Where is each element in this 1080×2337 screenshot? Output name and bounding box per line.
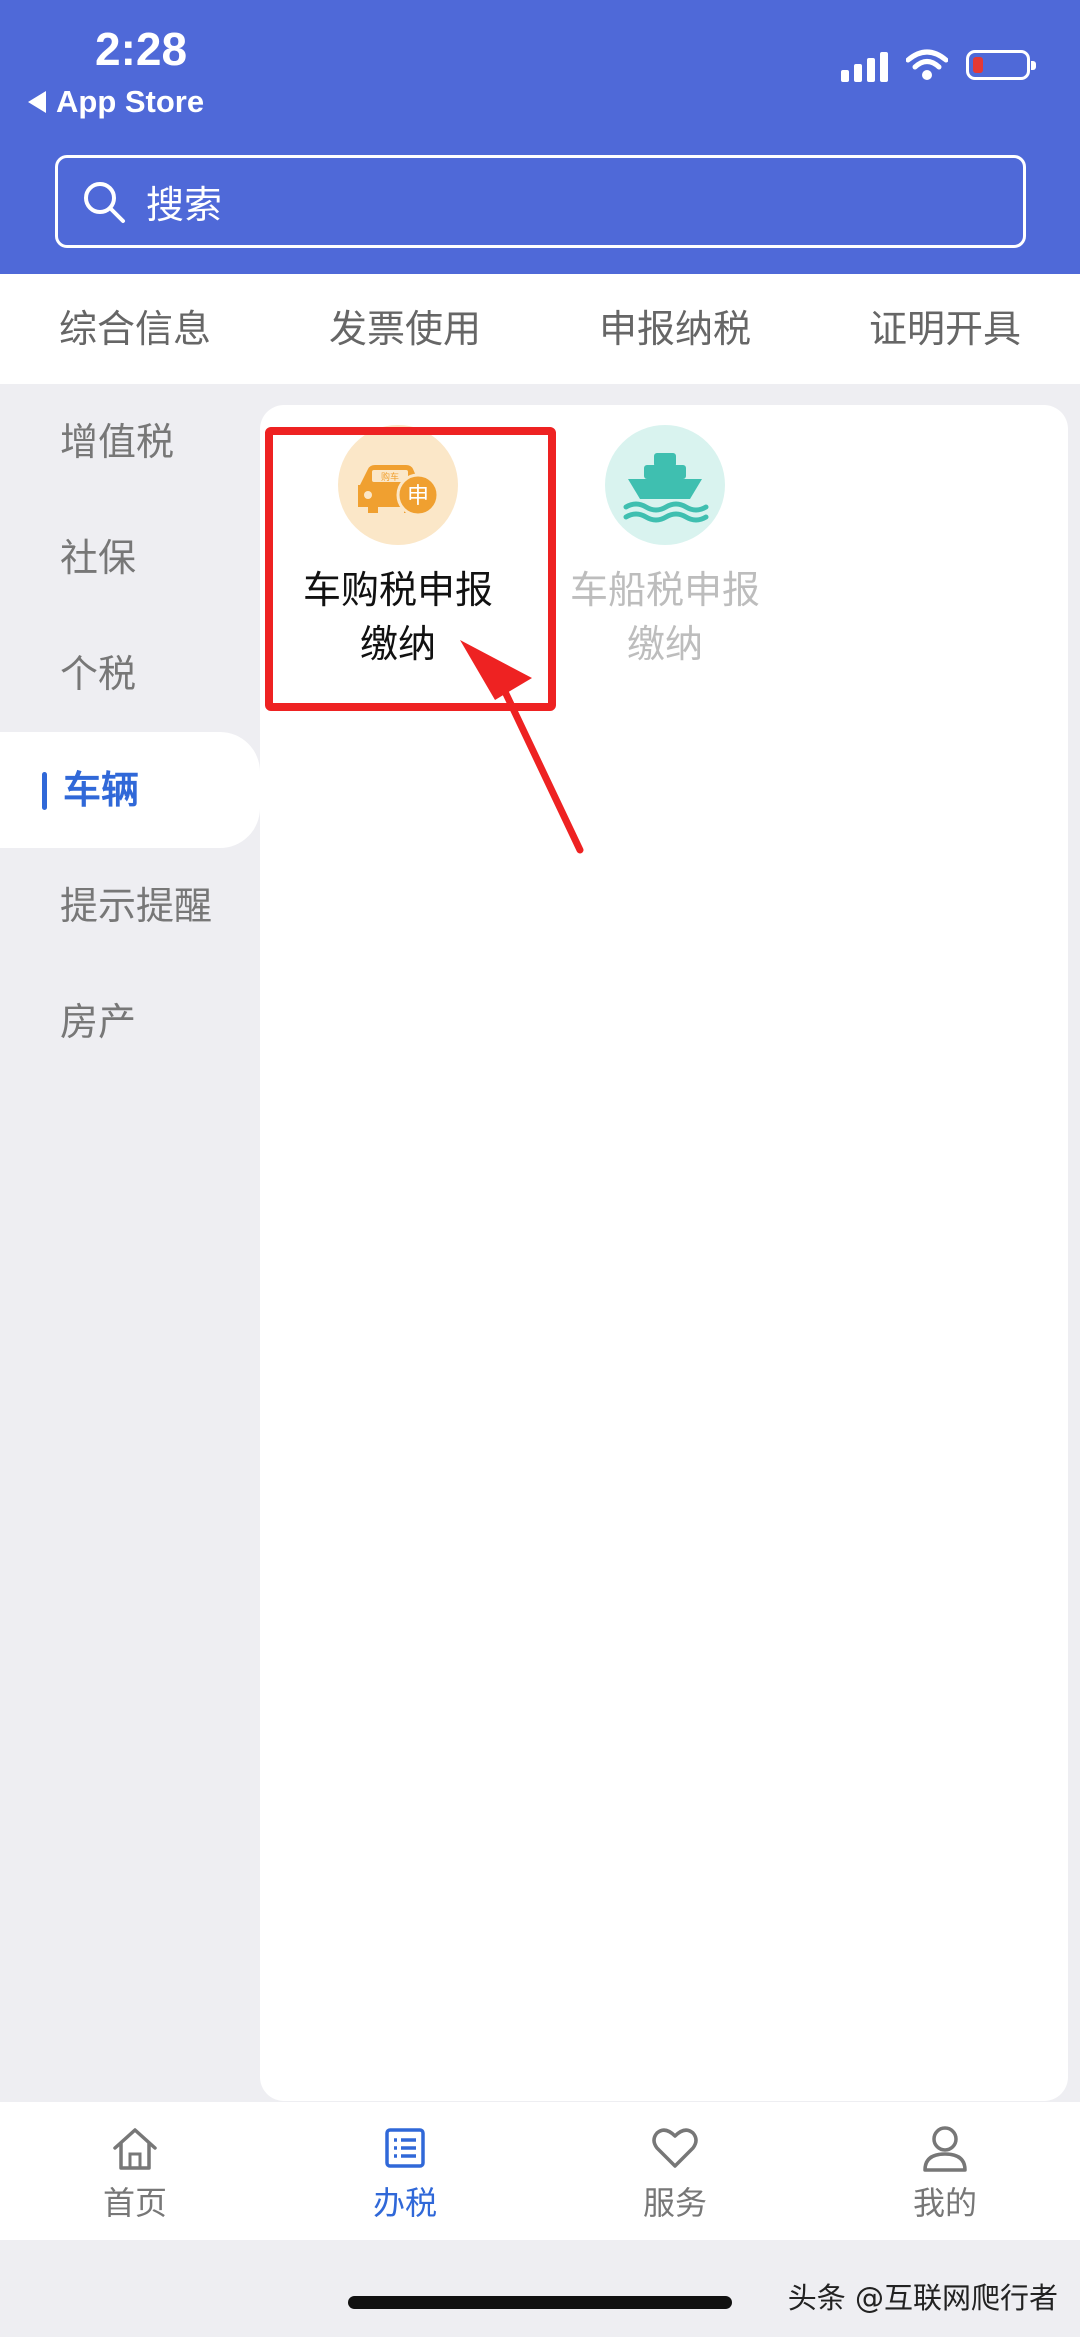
annotation-arrow-icon (460, 640, 584, 854)
nav-label: 我的 (912, 2184, 977, 2222)
sidebar-item-label: 车辆 (63, 768, 140, 812)
sidebar-item-vat[interactable]: 增值税 (0, 384, 260, 500)
tab-invoice-use[interactable]: 发票使用 (270, 274, 540, 384)
bottom-nav: 首页 办税 服务 我的 (0, 2102, 1080, 2240)
sidebar-item-label: 提示提醒 (60, 884, 213, 928)
sidebar-item-vehicle[interactable]: 车辆 (0, 732, 260, 848)
sidebar-item-reminders[interactable]: 提示提醒 (0, 848, 260, 964)
cellular-signal-icon (841, 48, 888, 82)
tab-certificate[interactable]: 证明开具 (810, 274, 1080, 384)
heart-icon (652, 2128, 698, 2168)
search-icon (84, 181, 125, 223)
home-indicator[interactable] (348, 2296, 732, 2309)
nav-tax[interactable]: 办税 (270, 2102, 540, 2240)
home-icon (113, 2128, 157, 2170)
tab-comprehensive-info[interactable]: 综合信息 (0, 274, 270, 384)
search-placeholder: 搜索 (146, 183, 223, 227)
battery-icon (966, 50, 1036, 80)
status-time: 2:28 (95, 23, 188, 75)
back-to-app-store[interactable]: App Store (28, 84, 204, 120)
list-icon (385, 2128, 425, 2168)
user-icon (923, 2126, 967, 2172)
search-bar[interactable]: 搜索 (55, 155, 1026, 248)
sidebar-item-label: 社保 (60, 536, 137, 580)
sidebar-item-label: 个税 (60, 652, 137, 696)
back-arrow-icon (28, 91, 46, 113)
nav-services[interactable]: 服务 (540, 2102, 810, 2240)
nav-mine[interactable]: 我的 (810, 2102, 1080, 2240)
sidebar-item-social-security[interactable]: 社保 (0, 500, 260, 616)
service-label-line1: 车船税申报 (569, 568, 760, 612)
nav-home[interactable]: 首页 (0, 2102, 270, 2240)
sidebar: 增值税 社保 个税 车辆 提示提醒 房产 (0, 384, 260, 1080)
sidebar-item-income-tax[interactable]: 个税 (0, 616, 260, 732)
status-icons (841, 48, 1036, 82)
tab-tax-declaration[interactable]: 申报纳税 (540, 274, 810, 384)
category-tabs: 综合信息 发票使用 申报纳税 证明开具 (0, 274, 1080, 384)
watermark: 头条 @互联网爬行者 (787, 2281, 1058, 2315)
nav-label: 办税 (372, 2184, 437, 2222)
ship-tax-icon (605, 425, 725, 545)
nav-label: 首页 (102, 2184, 167, 2222)
app-header: 2:28 App Store 搜索 (0, 0, 1080, 274)
active-indicator (42, 772, 47, 810)
back-label: App Store (56, 84, 205, 119)
sidebar-item-label: 增值税 (60, 420, 175, 464)
wifi-icon (906, 49, 948, 80)
sidebar-item-label: 房产 (60, 1000, 137, 1044)
sidebar-item-property[interactable]: 房产 (0, 964, 260, 1080)
nav-label: 服务 (642, 2184, 707, 2222)
